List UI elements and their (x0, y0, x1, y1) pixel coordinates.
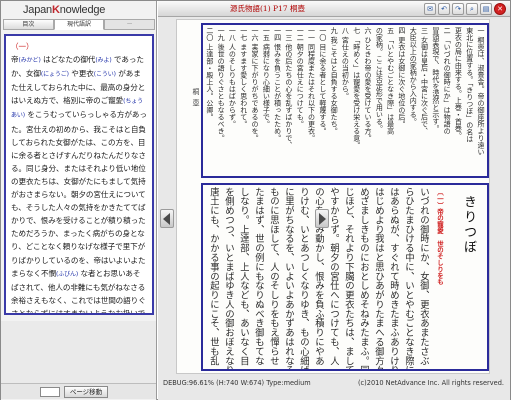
annotation-column: 二〇 上達部・殿上人。公卿。 (205, 27, 214, 121)
logo-text-suffix: nowledge (59, 4, 106, 16)
reading-gloss: (こうい) (93, 71, 116, 79)
viewer-panel: 源氏物語(1) P17 桐壺 ✉ ↶ ↷ ⌕ ▤ ✕ 桐壺 一 桐壺は、淑景舎。… (158, 1, 510, 400)
main-text-column: らひたまひける中に、いとやむごとなき際に (403, 187, 414, 369)
reading-gloss: (ふびん) (55, 270, 79, 278)
translation-text-panel[interactable]: （一） 帝(みかど) はどなたの御代(みよ) であったか、女御(にょうご) や更… (4, 34, 154, 315)
logo-text-k: K (51, 4, 60, 16)
main-text-column: ものに思ほして、人のそしりをもえ憚らせ (268, 187, 279, 366)
main-text-column: はあらぬが、すぐれて時めきたまふありけり。 (388, 187, 399, 369)
arrow-left-icon (163, 213, 170, 225)
arrow-right-icon (319, 213, 326, 225)
annotation-column: 一一 同程度またはそれ以下の更衣。 (307, 27, 316, 142)
main-text-box[interactable]: きりつぼ 〔一〕帝の寵愛 世のそしりをも いづれの御時にか、女御、更衣あまたさぶ… (201, 183, 489, 371)
annotation-column: 更衣の局に由来する。上巻・首巻。 (454, 27, 463, 139)
annotation-column: 一六 実家に下がりがちであるのを。 (251, 27, 259, 142)
annotation-column: 一九 後世の語りぐさともなるべき。 (217, 27, 226, 142)
annotation-column: 五 「いとやむごとなき際」は最高 (386, 27, 395, 135)
annotation-column: 冒頭表現で、時代を漠然と示す。 (431, 27, 440, 132)
left-tabs: 目次 現代語訳 ー (3, 19, 156, 30)
page-icon[interactable]: ▤ (480, 3, 492, 15)
annotation-column: 七 「時めく」は寵愛を受け栄える意。 (352, 27, 361, 149)
main-text-column: いづれの御時にか、女御、更衣あまたさぶ (418, 187, 429, 366)
main-text-column: しなり。上達部、上人なども、あいなく目 (238, 187, 249, 366)
main-text-column: 唐土にも、かかる事の起りにこそ、世も乱 (208, 187, 219, 366)
annotation-column: 一〇 目に余る者として軽蔑する。 (318, 27, 327, 135)
viewer-title: 源氏物語(1) P17 桐壺 (230, 4, 305, 13)
annotation-column: 一八 人のそしりもはばからず。 (228, 27, 237, 128)
tab-disabled: ー (104, 19, 156, 30)
annotation-column: 四 更衣は女御に次ぐ地位の后。 (397, 27, 406, 128)
annotation-column: 一 桐壺は、淑景舎。帝の御座所より遠い (477, 27, 485, 156)
annotation-column: 大臣以上の家柄から入内する。 (409, 27, 418, 125)
translation-section-label: （一） (11, 42, 34, 51)
annotation-column: 六 ひときわ帝の愛を受けている方。 (364, 27, 372, 142)
annotation-column: 八 宮仕えの当初から。 (341, 27, 350, 100)
translation-text: 帝 (11, 55, 19, 65)
logo-text-prefix: Japan (23, 4, 52, 16)
reading-gloss: (みよ) (95, 57, 112, 65)
next-page-button[interactable] (315, 209, 329, 228)
copyright-text: (c)2010 NetAdvance Inc. All rights reser… (357, 379, 504, 387)
mail-icon[interactable]: ✉ (424, 3, 436, 15)
main-text-column: じほど、それより下臈の更衣たちは、まして (343, 187, 354, 369)
page-jump-button[interactable]: ページ移動 (64, 386, 108, 398)
annotation-column: の家柄。ここは否定形で用いる。 (375, 27, 384, 132)
annotation-column: 東北に位置する。「きりつぼ」の名は (465, 27, 474, 143)
page-number-input[interactable] (40, 387, 60, 397)
chapter-title: きりつぼ (461, 195, 476, 255)
app-window: JapanKnowledge 目次 現代語訳 ー （一） 帝(みかど) はどなた… (0, 0, 511, 400)
notes-chapter-label: 桐壺 (192, 88, 200, 110)
annotation-column: 一五 病弱になり心細い様子で。 (262, 27, 271, 128)
prev-page-button[interactable] (160, 209, 174, 228)
book-page-image: 桐壺 一 桐壺は、淑景舎。帝の御座所より遠い 東北に位置する。「きりつぼ」の名は更… (176, 19, 490, 374)
annotation-column: 一四 恨みを負うことが積ったため。 (273, 27, 282, 142)
translation-body: 帝(みかど) はどなたの御代(みよ) であったか、女御(にょうご) や更衣(こう… (11, 55, 147, 313)
reading-gloss: (にょうご) (40, 71, 69, 79)
japanknowledge-logo[interactable]: JapanKnowledge (1, 1, 156, 19)
tab-modern-translation[interactable]: 現代語訳 (53, 19, 105, 30)
main-text-column: はじめより我はと思ひあがりたまへる御方々、 (373, 187, 384, 369)
annotation-column: 一七 ますます愛しく思われて。 (239, 27, 248, 128)
annotation-column: 二 「いづれの御時にか」は物語の (443, 27, 452, 135)
forward-icon[interactable]: ↷ (452, 3, 464, 15)
tab-contents[interactable]: 目次 (3, 19, 54, 30)
section-heading: 〔一〕帝の寵愛 世のそしりをも (436, 189, 444, 285)
status-bar: DEBUG:96.61% (H:740 W:674) Type:medium (… (158, 378, 510, 390)
toolbar-icons: ✉ ↶ ↷ ⌕ ▤ ✕ (424, 3, 506, 15)
left-panel: JapanKnowledge 目次 現代語訳 ー （一） 帝(みかど) はどなた… (1, 1, 157, 400)
main-text-column: りけむ、いとあつしくなりゆき、もの心細げ (298, 187, 309, 369)
page-jump-bar: ページ移動 (1, 383, 156, 399)
main-text-column: たまはず、世の例にもなりぬべき御もてな (253, 187, 264, 366)
translation-text: はどなたの御代 (40, 55, 96, 65)
annotation-column: 一二 朝夕の宮仕えにつけても。 (296, 27, 305, 128)
main-text-column: めざましきものにおとしめそねみたまふ。同 (358, 187, 369, 369)
left-panel-blank (1, 321, 156, 383)
debug-info: DEBUG:96.61% (H:740 W:674) Type:medium (163, 379, 311, 387)
close-icon[interactable]: ✕ (494, 3, 506, 15)
main-text-column: を側めつつ、いとまばゆき人の御おぼえなり。 (223, 187, 234, 369)
annotation-column: 一三 他の后たちの心を乱すばかりで、 (284, 27, 293, 149)
main-text-column: に里がちなるを、いよいよあかずあはれなる (283, 187, 294, 369)
zoom-icon[interactable]: ⌕ (466, 3, 478, 15)
annotation-column: 三 女御は皇后・中宮に次ぐ后で、 (420, 27, 429, 135)
back-icon[interactable]: ↶ (438, 3, 450, 15)
translation-text: や更衣 (68, 69, 94, 79)
viewer-toolbar: 源氏物語(1) P17 桐壺 ✉ ↶ ↷ ⌕ ▤ ✕ (158, 1, 510, 17)
annotations-box[interactable]: 一 桐壺は、淑景舎。帝の御座所より遠い 東北に位置する。「きりつぼ」の名は 更衣の局… (201, 23, 489, 178)
reading-gloss: (みかど) (18, 57, 41, 65)
annotation-column: 九 我こそはと自負する女御たち。 (330, 27, 339, 135)
translation-text: をこうむっていらっしゃる方があった。宮仕えの初めから、我こそはと自負しておられた… (11, 110, 147, 278)
